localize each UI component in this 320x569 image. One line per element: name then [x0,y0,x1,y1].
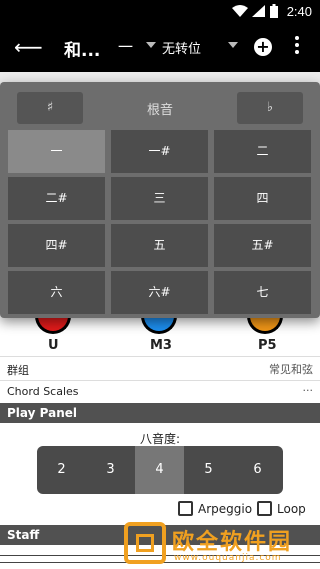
root-option[interactable]: 二# [8,177,105,220]
clock: 2:40 [286,4,312,19]
root-note-popup: ♯ 根音 ♭ 一 一# 二 二# 三 四 四# 五 五# 六 六# 七 [0,82,320,318]
checkbox-box[interactable] [257,501,272,516]
watermark-text: 欧全软件园 [172,530,293,555]
app-bar: ⟵ 和... 一 无转位 + [0,24,320,72]
watermark-logo-icon [124,522,166,564]
octave-option[interactable]: 2 [37,446,86,494]
root-option[interactable]: 三 [111,177,208,220]
chevron-down-icon[interactable] [146,42,156,48]
arpeggio-label: Arpeggio [198,502,253,516]
root-option[interactable]: 七 [214,271,311,314]
divider [0,356,320,357]
root-option[interactable]: 五# [214,224,311,267]
octave-option[interactable]: 3 [86,446,135,494]
chord-scales-more: ··· [302,384,314,397]
loop-checkbox[interactable]: Loop [257,501,306,516]
root-option[interactable]: 一# [111,130,208,173]
flat-button[interactable]: ♭ [237,92,303,124]
chord-scales-row[interactable]: Chord Scales ··· [0,381,320,403]
octave-selector: 2 3 4 5 6 [37,446,283,494]
root-option[interactable]: 六# [111,271,208,314]
transpose-selector[interactable]: 无转位 [162,38,201,57]
root-option[interactable]: 二 [214,130,311,173]
watermark: 欧全软件园 www.ouquanjia.com [124,520,320,569]
octave-option-selected[interactable]: 4 [135,446,184,494]
chord-scales-label: Chord Scales [7,385,79,398]
status-bar: 2:40 [0,0,320,24]
note-label: M3 [150,338,172,353]
group-label: 群组 [7,364,29,377]
play-panel-title: Play Panel [7,406,78,420]
battery-icon [270,4,278,18]
note-label: U [48,338,59,353]
root-selector[interactable]: 一 [118,36,133,57]
loop-label: Loop [277,502,306,516]
octave-option[interactable]: 5 [184,446,233,494]
back-arrow-icon[interactable]: ⟵ [14,36,43,58]
octave-option[interactable]: 6 [233,446,282,494]
checkbox-box[interactable] [178,501,193,516]
play-panel-header: Play Panel [0,403,320,423]
more-options-icon[interactable] [294,34,300,60]
arpeggio-checkbox[interactable]: Arpeggio [178,501,252,516]
signal-icon [252,5,265,17]
root-option[interactable]: 六 [8,271,105,314]
root-option[interactable]: 五 [111,224,208,267]
add-icon[interactable]: + [254,38,272,56]
root-option-selected[interactable]: 一 [8,130,105,173]
root-option[interactable]: 四 [214,177,311,220]
staff-title: Staff [7,528,40,542]
octave-label: 八音度: [139,432,181,446]
wifi-icon [232,5,248,17]
chevron-down-icon[interactable] [228,42,238,48]
root-option[interactable]: 四# [8,224,105,267]
page-title: 和... [64,41,101,61]
watermark-url: www.ouquanjia.com [174,553,282,563]
note-label: P5 [258,338,277,353]
group-value: 常见和弦 [269,363,313,376]
group-row[interactable]: 群组 常见和弦 [0,358,320,380]
